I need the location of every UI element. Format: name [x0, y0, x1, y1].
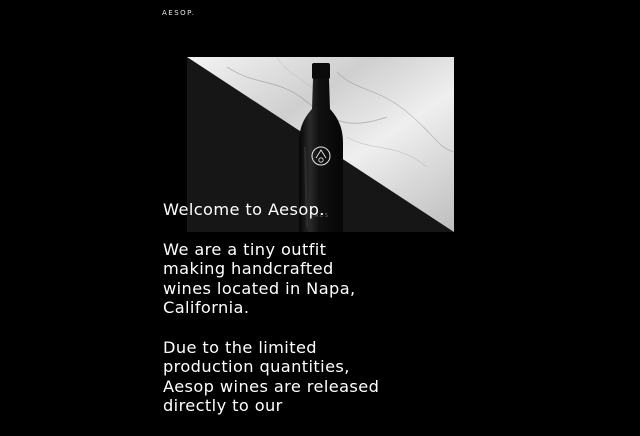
intro-copy: Welcome to Aesop. We are a tiny outfit m… — [163, 200, 383, 436]
aesop-logo[interactable]: AESOP. — [162, 9, 196, 17]
release-paragraph: Due to the limited production quantities… — [163, 337, 380, 416]
welcome-heading: Welcome to Aesop. — [163, 200, 325, 219]
about-paragraph: We are a tiny outfit making handcrafted … — [163, 239, 356, 318]
